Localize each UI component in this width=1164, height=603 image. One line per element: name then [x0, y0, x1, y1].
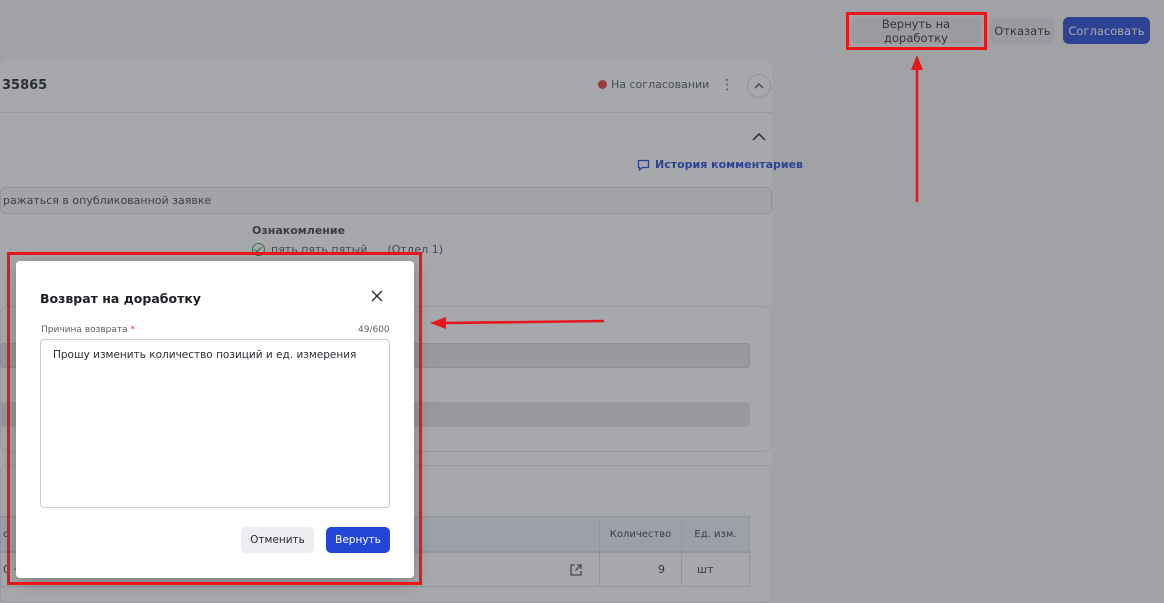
highlight-box-toolbar — [846, 12, 987, 50]
highlight-box-dialog — [7, 252, 422, 585]
